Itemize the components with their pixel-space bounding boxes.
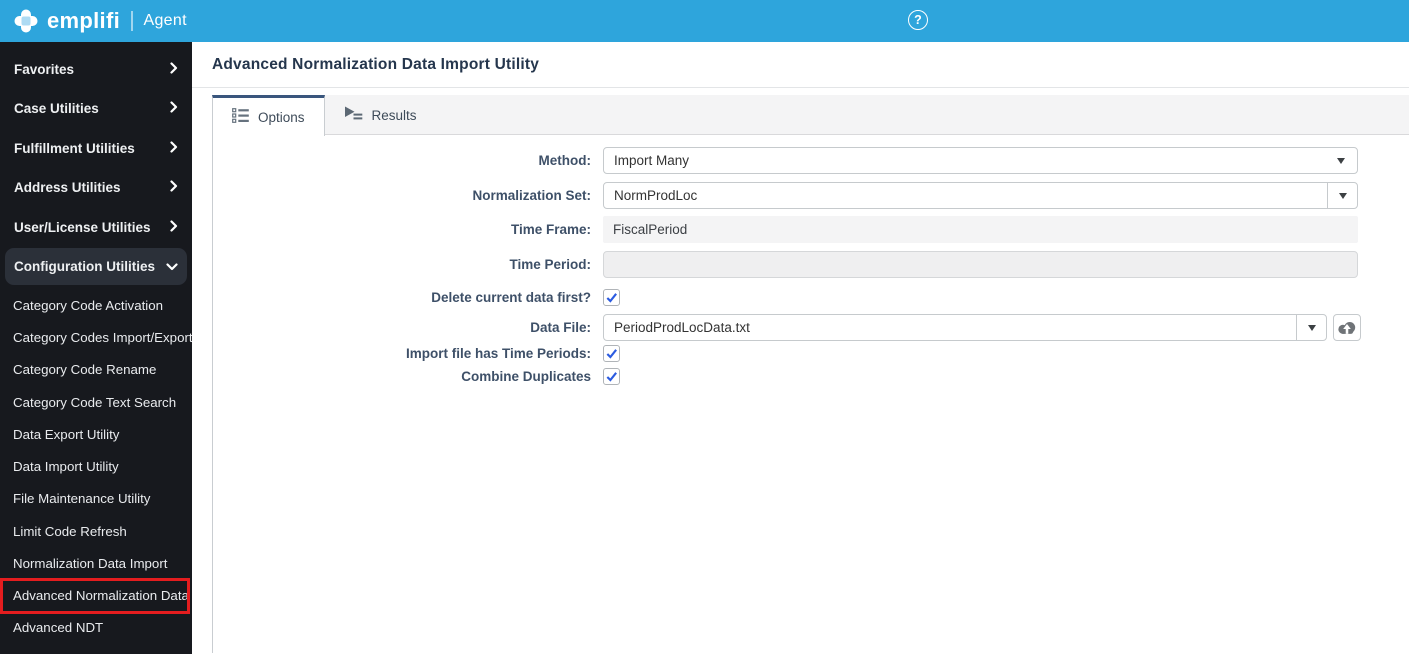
sidebar-item-favorites[interactable]: Favorites (5, 51, 187, 88)
brand-name: emplifi (47, 8, 120, 33)
sidebar-item-label: Favorites (14, 61, 75, 77)
sidebar-item-label: Limit Code Refresh (13, 523, 127, 539)
form-row-combine-duplicates: Combine Duplicates (213, 368, 1409, 385)
sidebar-item-file-maintenance-utility[interactable]: File Maintenance Utility (0, 483, 192, 515)
time-period-label: Time Period: (509, 257, 591, 272)
tab-options[interactable]: Options (212, 95, 325, 136)
sidebar-item-advanced-normalization-data[interactable]: Advanced Normalization Data (0, 577, 190, 614)
sidebar-item-normalization-data-import[interactable]: Normalization Data Import (0, 547, 192, 579)
form-row-data-file: Data File: PeriodProdLocData.txt (213, 314, 1409, 341)
tab-label: Options (258, 109, 305, 125)
sidebar-item-label: Category Codes Import/Export (13, 329, 192, 345)
sidebar-item-label: User/License Utilities (14, 219, 151, 235)
form-row-time-period: Time Period: (213, 251, 1409, 278)
sidebar-item-case-utilities[interactable]: Case Utilities (5, 90, 187, 127)
checkmark-icon (606, 293, 617, 303)
top-bar: emplifi Agent ? (0, 0, 1409, 42)
checkmark-icon (606, 372, 617, 382)
play-results-icon (344, 106, 363, 124)
sidebar: Favorites Case Utilities Fulfillment Uti… (0, 42, 192, 654)
sidebar-item-category-codes-import-export[interactable]: Category Codes Import/Export (0, 321, 192, 353)
chevron-right-icon (170, 61, 178, 77)
delete-current-data-checkbox[interactable] (603, 289, 620, 306)
chevron-right-icon (170, 180, 178, 195)
cloud-upload-icon (1338, 322, 1356, 334)
brand-divider (131, 11, 133, 31)
sidebar-item-label: Category Code Activation (13, 297, 164, 313)
chevron-down-icon (1338, 192, 1347, 199)
chevron-right-icon (170, 101, 178, 116)
sidebar-item-label: Fulfillment Utilities (14, 140, 135, 156)
combine-duplicates-label: Combine Duplicates (461, 369, 591, 384)
data-file-value: PeriodProdLocData.txt (614, 320, 750, 335)
sidebar-item-data-export-utility[interactable]: Data Export Utility (0, 418, 192, 450)
form-row-delete-current-data: Delete current data first? (213, 289, 1409, 306)
sidebar-item-limit-code-refresh[interactable]: Limit Code Refresh (0, 515, 192, 547)
sidebar-item-configuration-utilities[interactable]: Configuration Utilities (5, 248, 187, 285)
form-row-normalization-set: Normalization Set: NormProdLoc (213, 182, 1409, 209)
import-file-time-periods-checkbox[interactable] (603, 345, 620, 362)
sidebar-item-data-import-utility[interactable]: Data Import Utility (0, 450, 192, 482)
form-row-import-file-time-periods: Import file has Time Periods: (213, 345, 1409, 362)
data-file-label: Data File: (530, 320, 591, 335)
tab-results[interactable]: Results (325, 95, 436, 135)
sidebar-item-advanced-ndt[interactable]: Advanced NDT (0, 612, 192, 644)
list-options-icon (232, 108, 249, 126)
sidebar-item-label: File Maintenance Utility (13, 491, 151, 507)
sidebar-item-user-license-utilities[interactable]: User/License Utilities (5, 209, 187, 246)
normalization-set-combobox[interactable]: NormProdLoc (603, 182, 1358, 209)
page-title: Advanced Normalization Data Import Utili… (212, 55, 540, 73)
chevron-down-icon (1337, 157, 1345, 164)
normalization-set-dropdown-button[interactable] (1327, 183, 1357, 208)
brand-product: Agent (143, 12, 187, 29)
chevron-right-icon (170, 140, 178, 156)
sidebar-item-label: Address Utilities (14, 180, 121, 195)
tab-label: Results (371, 107, 417, 123)
upload-file-button[interactable] (1333, 314, 1361, 341)
sidebar-item-label: Normalization Data Import (13, 556, 168, 572)
delete-current-data-label: Delete current data first? (431, 290, 591, 305)
method-value: Import Many (614, 153, 690, 168)
brand: emplifi Agent (0, 8, 187, 34)
sidebar-item-category-code-activation[interactable]: Category Code Activation (0, 289, 192, 321)
title-bar: Advanced Normalization Data Import Utili… (192, 42, 1409, 88)
combine-duplicates-checkbox[interactable] (603, 368, 620, 385)
sidebar-item-category-code-text-search[interactable]: Category Code Text Search (0, 386, 192, 418)
time-frame-label: Time Frame: (510, 222, 591, 237)
sidebar-item-label: Configuration Utilities (14, 259, 155, 274)
data-file-combobox[interactable]: PeriodProdLocData.txt (603, 314, 1327, 341)
sidebar-item-address-utilities[interactable]: Address Utilities (5, 169, 187, 206)
form-row-time-frame: Time Frame: FiscalPeriod (213, 216, 1409, 243)
sidebar-item-label: Advanced NDT (13, 620, 104, 636)
method-select[interactable]: Import Many (603, 147, 1358, 174)
time-period-field (603, 251, 1358, 278)
normalization-set-value: NormProdLoc (614, 188, 698, 203)
sidebar-item-label: Category Code Text Search (13, 394, 177, 410)
sidebar-item-label: Category Code Rename (13, 362, 157, 378)
method-label: Method: (538, 153, 591, 168)
checkmark-icon (606, 349, 617, 359)
help-icon[interactable]: ? (908, 10, 928, 30)
options-panel: Method: Import Many Normalization Set: N… (212, 135, 1409, 653)
main-area: Advanced Normalization Data Import Utili… (192, 42, 1409, 654)
sidebar-item-label: Advanced Normalization Data (13, 588, 189, 604)
chevron-down-icon (1307, 324, 1316, 331)
help-glyph: ? (914, 13, 922, 27)
time-frame-field: FiscalPeriod (603, 216, 1358, 243)
form-row-method: Method: Import Many (213, 147, 1409, 174)
sidebar-item-label: Data Export Utility (13, 426, 120, 442)
data-file-dropdown-button[interactable] (1296, 315, 1326, 340)
sidebar-item-label: Data Import Utility (13, 459, 119, 475)
sidebar-item-category-code-rename[interactable]: Category Code Rename (0, 354, 192, 386)
tab-bar: Options Results (212, 95, 1409, 136)
import-file-time-periods-label: Import file has Time Periods: (405, 346, 591, 361)
normalization-set-label: Normalization Set: (472, 188, 591, 203)
sidebar-item-label: Case Utilities (14, 101, 99, 116)
emplifi-logo-icon (13, 8, 39, 34)
chevron-down-icon (166, 259, 178, 274)
sidebar-item-fulfillment-utilities[interactable]: Fulfillment Utilities (5, 130, 187, 167)
chevron-right-icon (170, 219, 178, 235)
